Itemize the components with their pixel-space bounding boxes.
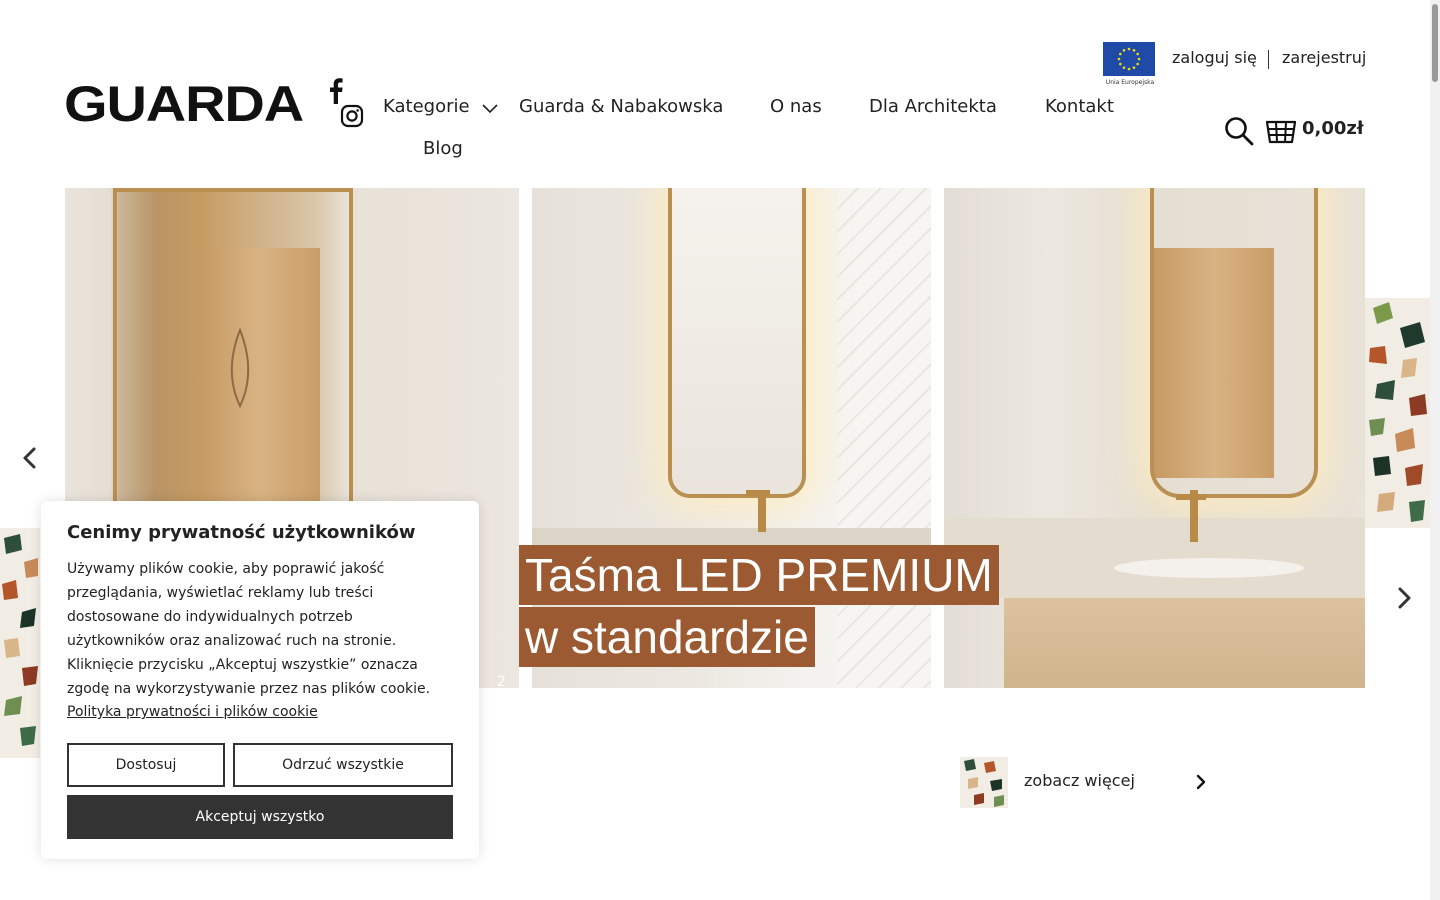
chevron-down-icon[interactable] [481, 99, 499, 117]
terrazzo-image-left[interactable] [0, 528, 40, 758]
terrazzo-image[interactable] [1365, 298, 1430, 528]
nav-kategorie[interactable]: Kategorie [383, 95, 470, 119]
scrollbar-thumb[interactable] [1432, 4, 1438, 82]
banner-line-2: w standardzie [519, 607, 815, 667]
instagram-icon[interactable] [340, 104, 364, 128]
register-link[interactable]: zarejestruj [1282, 48, 1366, 67]
customize-button[interactable]: Dostosuj [67, 743, 225, 787]
reject-all-button[interactable]: Odrzuć wszystkie [233, 743, 453, 787]
accept-all-button[interactable]: Akceptuj wszystko [67, 795, 453, 839]
slider-prev-icon[interactable] [20, 446, 40, 470]
logo[interactable]: GUARDA [64, 79, 304, 129]
nav-dla-architekta[interactable]: Dla Architekta [869, 95, 997, 119]
promo-thumbnail[interactable] [960, 757, 1008, 808]
nav-o-nas[interactable]: O nas [770, 95, 822, 119]
privacy-policy-link[interactable]: Polityka prywatności i plików cookie [67, 704, 318, 720]
chevron-right-icon[interactable] [1192, 772, 1210, 792]
login-link[interactable]: zaloguj się [1172, 48, 1257, 67]
nav-blog[interactable]: Blog [423, 137, 463, 161]
slide-number: 2 [497, 674, 506, 690]
slide-image-3[interactable] [944, 188, 1365, 688]
nav-kontakt[interactable]: Kontakt [1045, 95, 1114, 119]
divider [1268, 50, 1269, 69]
eu-caption: Unia Europejska [1105, 79, 1155, 86]
basket-icon[interactable] [1266, 118, 1296, 144]
cookie-dialog: Cenimy prywatność użytkowników Używamy p… [41, 501, 479, 859]
banner-line-1: Taśma LED PREMIUM [519, 545, 999, 605]
eu-flag-icon [1103, 42, 1155, 76]
scrollbar-track[interactable] [1430, 0, 1440, 900]
facebook-icon[interactable] [326, 78, 346, 104]
nav-guarda-nabakowska[interactable]: Guarda & Nabakowska [519, 95, 723, 119]
slider-next-icon[interactable] [1394, 586, 1414, 610]
cookie-body: Używamy plików cookie, aby poprawić jako… [67, 561, 431, 697]
cookie-title: Cenimy prywatność użytkowników [67, 522, 416, 543]
cart-total[interactable]: 0,00zł [1302, 118, 1364, 139]
see-more-link[interactable]: zobacz więcej [1024, 771, 1135, 790]
search-icon[interactable] [1224, 116, 1254, 146]
